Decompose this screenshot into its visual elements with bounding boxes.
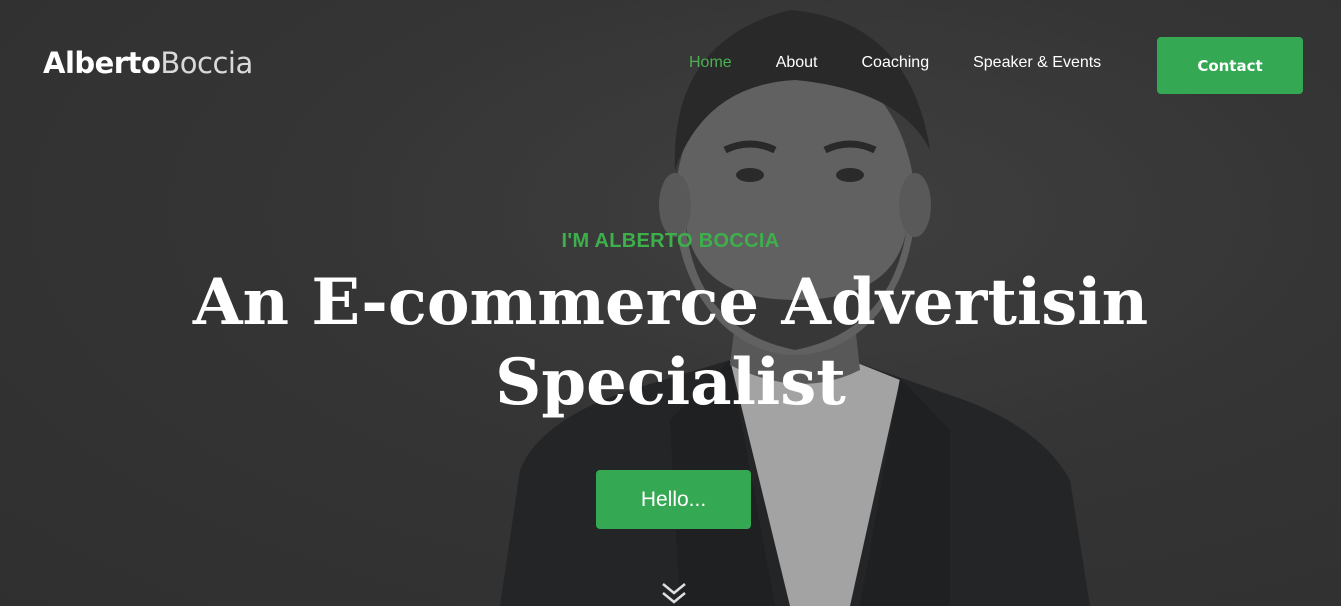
hero-kicker: I'M ALBERTO BOCCIA <box>561 230 780 252</box>
nav-item-coaching[interactable]: Coaching <box>862 54 930 72</box>
contact-button[interactable]: Contact <box>1157 37 1303 94</box>
brand-first-name: Alberto <box>43 46 161 80</box>
hero-headline-line-1: An E-commerce Advertisin <box>192 265 1149 340</box>
brand-last-name: Boccia <box>160 46 253 80</box>
nav-item-home[interactable]: Home <box>689 54 732 72</box>
hero-section: AlbertoBoccia Home About Coaching Speake… <box>0 0 1341 606</box>
site-header: AlbertoBoccia Home About Coaching Speake… <box>0 0 1341 130</box>
nav-item-speaker-events[interactable]: Speaker & Events <box>973 54 1101 72</box>
double-chevron-down-icon[interactable] <box>660 582 688 606</box>
hero-headline: An E-commerce Advertisin Specialist <box>0 263 1341 423</box>
main-nav: Home About Coaching Speaker & Events <box>689 54 1145 72</box>
nav-item-about[interactable]: About <box>776 54 818 72</box>
hero-headline-line-2: Specialist <box>495 345 846 420</box>
brand-logo[interactable]: AlbertoBoccia <box>43 46 253 80</box>
hello-button[interactable]: Hello... <box>596 470 751 529</box>
